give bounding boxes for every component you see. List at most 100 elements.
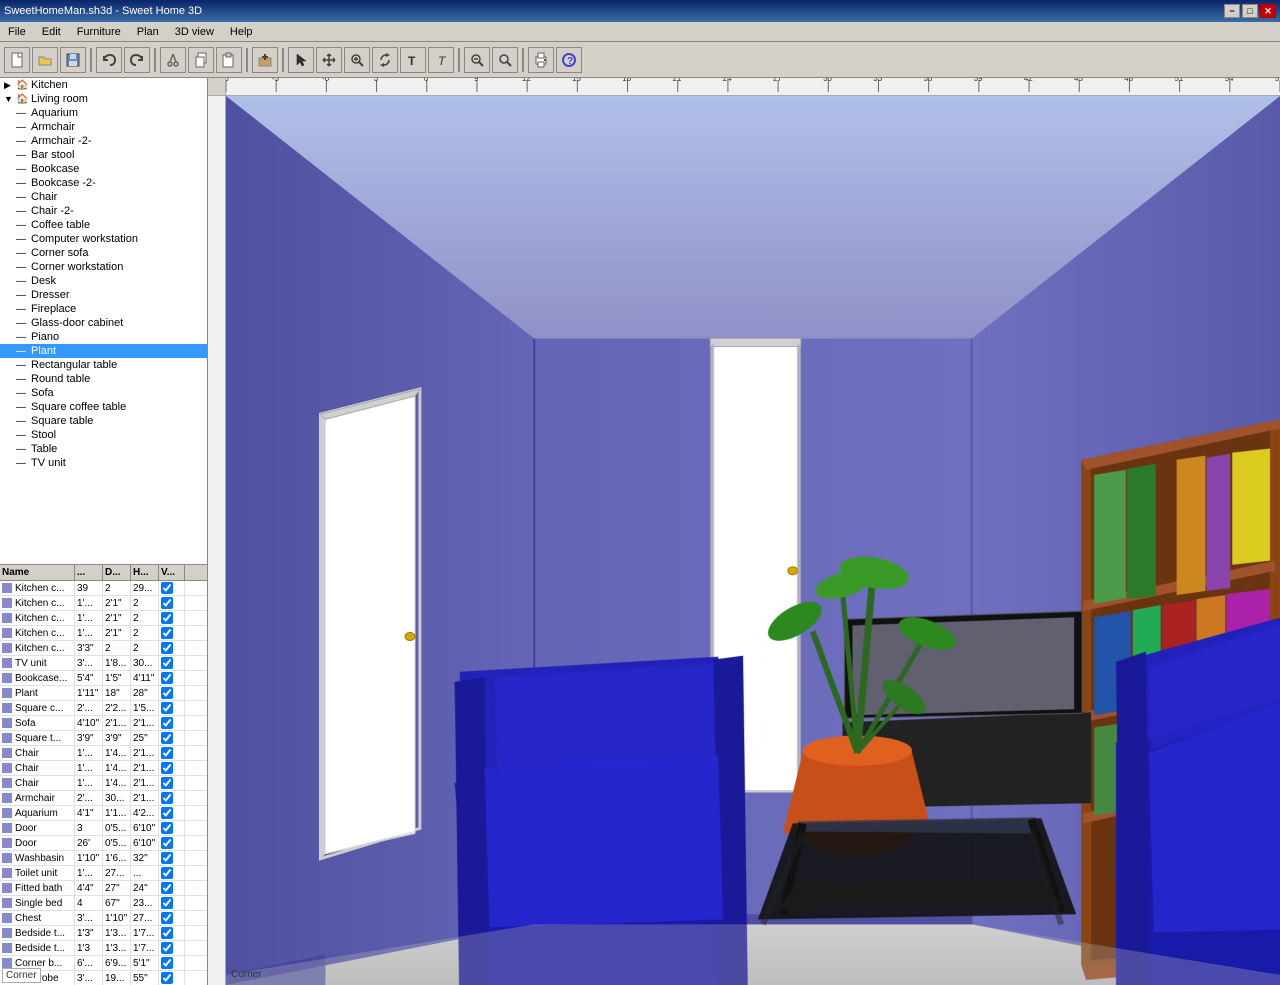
visibility-checkbox[interactable] [161,642,173,654]
minimize-button[interactable]: − [1224,4,1240,18]
toolbar-text[interactable]: T [400,47,426,73]
tree-item-armchair[interactable]: — Armchair [0,120,207,134]
table-row[interactable]: Plant 1'11" 18" 28" [0,686,207,701]
visibility-checkbox[interactable] [161,957,173,969]
cell-vis[interactable] [159,746,185,760]
toolbar-copy[interactable] [188,47,214,73]
table-row[interactable]: Fitted bath 4'4" 27" 24" [0,881,207,896]
cell-vis[interactable] [159,956,185,970]
tree-item-livingroom[interactable]: ▼ 🏠 Living room [0,92,207,106]
visibility-checkbox[interactable] [161,627,173,639]
visibility-checkbox[interactable] [161,807,173,819]
cell-vis[interactable] [159,941,185,955]
visibility-checkbox[interactable] [161,912,173,924]
tree-item-glasscabinet[interactable]: — Glass-door cabinet [0,316,207,330]
tree-item-kitchen[interactable]: ▶ 🏠 Kitchen [0,78,207,92]
cell-vis[interactable] [159,656,185,670]
menu-file[interactable]: File [0,24,34,40]
menu-help[interactable]: Help [222,24,261,40]
cell-vis[interactable] [159,971,185,985]
table-row[interactable]: Door 26' 0'5... 6'10" [0,836,207,851]
visibility-checkbox[interactable] [161,792,173,804]
table-row[interactable]: Square c... 2'... 2'2... 1'5... [0,701,207,716]
visibility-checkbox[interactable] [161,867,173,879]
toolbar-text2[interactable]: T [428,47,454,73]
visibility-checkbox[interactable] [161,687,173,699]
table-row[interactable]: Kitchen c... 1'... 2'1" 2 [0,611,207,626]
cell-vis[interactable] [159,866,185,880]
tree-item-roundtable[interactable]: — Round table [0,372,207,386]
toolbar-zoom-out[interactable] [464,47,490,73]
menu-plan[interactable]: Plan [129,24,167,40]
cell-vis[interactable] [159,641,185,655]
col-h[interactable]: D... [103,565,131,580]
maximize-button[interactable]: □ [1242,4,1258,18]
expand-livingroom[interactable]: ▼ [4,94,16,104]
col-vis[interactable]: V... [159,565,185,580]
menu-edit[interactable]: Edit [34,24,69,40]
table-row[interactable]: Chest 3'... 1'10" 27... [0,911,207,926]
cell-vis[interactable] [159,836,185,850]
cell-vis[interactable] [159,851,185,865]
table-row[interactable]: TV unit 3'... 1'8... 30... [0,656,207,671]
toolbar-redo[interactable] [124,47,150,73]
visibility-checkbox[interactable] [161,612,173,624]
tree-item-bookcase2[interactable]: — Bookcase -2- [0,176,207,190]
cell-vis[interactable] [159,731,185,745]
table-row[interactable]: Kitchen c... 3'3" 2 2 [0,641,207,656]
tree-item-coffeetable[interactable]: — Coffee table [0,218,207,232]
toolbar-new[interactable] [4,47,30,73]
table-row[interactable]: Bedside t... 1'3" 1'3... 1'7... [0,926,207,941]
toolbar-undo[interactable] [96,47,122,73]
toolbar-add-furniture[interactable] [252,47,278,73]
tree-item-cornersofa[interactable]: — Corner sofa [0,246,207,260]
cell-vis[interactable] [159,686,185,700]
cell-vis[interactable] [159,776,185,790]
table-row[interactable]: Kitchen c... 39 2 29... [0,581,207,596]
tree-item-piano[interactable]: — Piano [0,330,207,344]
visibility-checkbox[interactable] [161,732,173,744]
cell-vis[interactable] [159,896,185,910]
tree-item-stool[interactable]: — Stool [0,428,207,442]
visibility-checkbox[interactable] [161,837,173,849]
cell-vis[interactable] [159,926,185,940]
table-row[interactable]: Bookcase... 5'4" 1'5" 4'11" [0,671,207,686]
visibility-checkbox[interactable] [161,972,173,984]
table-row[interactable]: Kitchen c... 1'... 2'1" 2 [0,626,207,641]
toolbar-select[interactable] [288,47,314,73]
cell-vis[interactable] [159,821,185,835]
visibility-checkbox[interactable] [161,852,173,864]
visibility-checkbox[interactable] [161,717,173,729]
table-row[interactable]: Kitchen c... 1'... 2'1" 2 [0,596,207,611]
toolbar-zoom-fit[interactable] [492,47,518,73]
col-d[interactable]: ... [75,565,103,580]
toolbar-print[interactable] [528,47,554,73]
cell-vis[interactable] [159,701,185,715]
visibility-checkbox[interactable] [161,942,173,954]
cell-vis[interactable] [159,791,185,805]
table-row[interactable]: Aquarium 4'1" 1'1... 4'2... [0,806,207,821]
toolbar-rotate[interactable] [372,47,398,73]
tree-item-dresser[interactable]: — Dresser [0,288,207,302]
tree-item-squaretable[interactable]: — Square table [0,414,207,428]
cell-vis[interactable] [159,806,185,820]
table-row[interactable]: Bedside t... 1'3 1'3... 1'7... [0,941,207,956]
visibility-checkbox[interactable] [161,747,173,759]
visibility-checkbox[interactable] [161,672,173,684]
menu-furniture[interactable]: Furniture [69,24,129,40]
toolbar-paste[interactable] [216,47,242,73]
table-row[interactable]: Chair 1'... 1'4... 2'1... [0,746,207,761]
toolbar-save[interactable] [60,47,86,73]
visibility-checkbox[interactable] [161,702,173,714]
cell-vis[interactable] [159,671,185,685]
visibility-checkbox[interactable] [161,582,173,594]
tree-item-chair[interactable]: — Chair [0,190,207,204]
table-row[interactable]: Chair 1'... 1'4... 2'1... [0,776,207,791]
table-row[interactable]: Single bed 4 67" 23... [0,896,207,911]
tree-item-fireplace[interactable]: — Fireplace [0,302,207,316]
menu-3dview[interactable]: 3D view [167,24,222,40]
cell-vis[interactable] [159,596,185,610]
tree-item-recttable[interactable]: — Rectangular table [0,358,207,372]
visibility-checkbox[interactable] [161,897,173,909]
tree-item-armchair2[interactable]: — Armchair -2- [0,134,207,148]
